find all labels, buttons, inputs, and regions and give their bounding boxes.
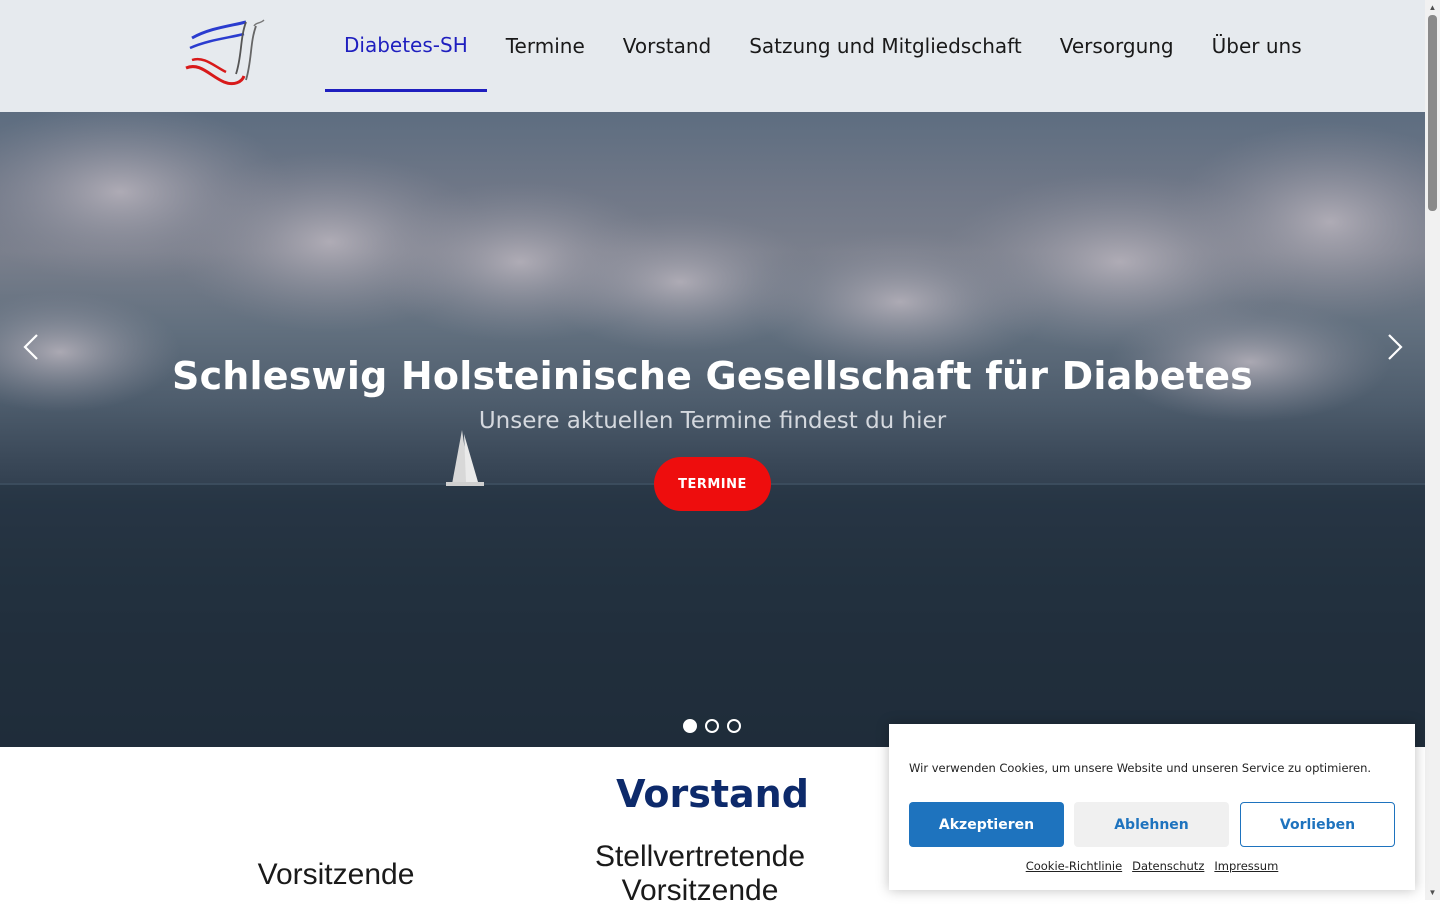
cookie-deny-button[interactable]: Ablehnen: [1074, 802, 1229, 847]
stellvertretende-label: Stellvertretende Vorsitzende: [594, 840, 806, 907]
nav-item-ueber-uns[interactable]: Über uns: [1193, 0, 1321, 92]
cookie-banner: Wir verwenden Cookies, um unsere Website…: [889, 724, 1415, 890]
slider-dot-1[interactable]: [683, 719, 697, 733]
vorsitzende-label: Vorsitzende: [257, 858, 415, 891]
nav-item-diabetes-sh[interactable]: Diabetes-SH: [325, 0, 487, 92]
scroll-down-icon[interactable]: ▼: [1425, 885, 1440, 900]
nav-item-satzung[interactable]: Satzung und Mitgliedschaft: [730, 0, 1040, 92]
section-title-vorstand: Vorstand: [616, 772, 809, 816]
cookie-accept-button[interactable]: Akzeptieren: [909, 802, 1064, 847]
imprint-link[interactable]: Impressum: [1214, 859, 1278, 873]
page-scrollbar[interactable]: ▲ ▼: [1425, 0, 1440, 900]
site-header: Diabetes-SH Termine Vorstand Satzung und…: [0, 0, 1425, 112]
cookie-links: Cookie-Richtlinie Datenschutz Impressum: [889, 859, 1415, 873]
site-logo[interactable]: [180, 16, 272, 92]
hero-slider: Schleswig Holsteinische Gesellschaft für…: [0, 112, 1425, 747]
main-nav: Diabetes-SH Termine Vorstand Satzung und…: [325, 0, 1321, 112]
cookie-text: Wir verwenden Cookies, um unsere Website…: [909, 761, 1372, 775]
hero-subtitle: Unsere aktuellen Termine findest du hier: [478, 408, 947, 434]
hero-title: Schleswig Holsteinische Gesellschaft für…: [172, 354, 1253, 398]
privacy-link[interactable]: Datenschutz: [1132, 859, 1204, 873]
logo-icon: [185, 19, 265, 86]
slider-dot-3[interactable]: [727, 719, 741, 733]
slider-dots: [683, 719, 741, 733]
nav-item-vorstand[interactable]: Vorstand: [604, 0, 730, 92]
cookie-preferences-button[interactable]: Vorlieben: [1240, 802, 1395, 847]
scroll-thumb[interactable]: [1428, 15, 1437, 211]
scroll-up-icon[interactable]: ▲: [1425, 0, 1440, 15]
slider-dot-2[interactable]: [705, 719, 719, 733]
nav-item-versorgung[interactable]: Versorgung: [1041, 0, 1193, 92]
cookie-policy-link[interactable]: Cookie-Richtlinie: [1026, 859, 1122, 873]
nav-item-termine[interactable]: Termine: [487, 0, 604, 92]
termine-button[interactable]: TERMINE: [654, 457, 771, 511]
